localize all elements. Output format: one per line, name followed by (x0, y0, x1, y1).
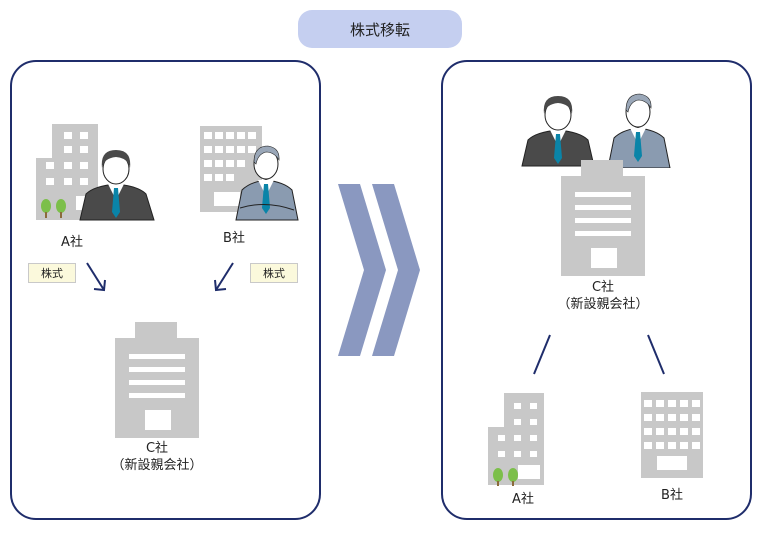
company-a-label-after: A社 (512, 492, 534, 507)
ownership-lines (533, 334, 665, 375)
share-badge-a: 株式 (28, 263, 76, 283)
company-b-label-after: B社 (661, 488, 683, 503)
company-c-sublabel: （新設親会社） (111, 458, 203, 473)
company-c-building-icon-after (561, 160, 645, 276)
company-b-illustration (200, 126, 299, 221)
company-a-building-icon-after (488, 393, 544, 486)
arrow-a-to-c-icon (86, 262, 106, 292)
company-a-label: A社 (61, 235, 83, 250)
company-c-label: C社 (145, 441, 169, 456)
businessman-senior-icon (607, 93, 671, 168)
company-c-sublabel-after: （新設親会社） (557, 297, 649, 312)
company-b-building-icon-after (641, 392, 703, 478)
businessman-young-icon (521, 96, 595, 167)
company-a-illustration (36, 124, 155, 221)
line-c-to-a (533, 334, 551, 375)
share-badge-b: 株式 (250, 263, 298, 283)
double-chevron-right-icon (338, 184, 420, 356)
title-text: 株式移転 (349, 20, 410, 39)
executives-illustration (521, 93, 671, 168)
arrow-b-to-c-icon (214, 262, 234, 292)
line-c-to-b (647, 334, 665, 375)
company-c-building-icon (115, 322, 199, 438)
title-badge: 株式移転 (298, 10, 462, 48)
company-b-label: B社 (223, 231, 245, 246)
company-c-label-after: C社 (591, 280, 615, 295)
